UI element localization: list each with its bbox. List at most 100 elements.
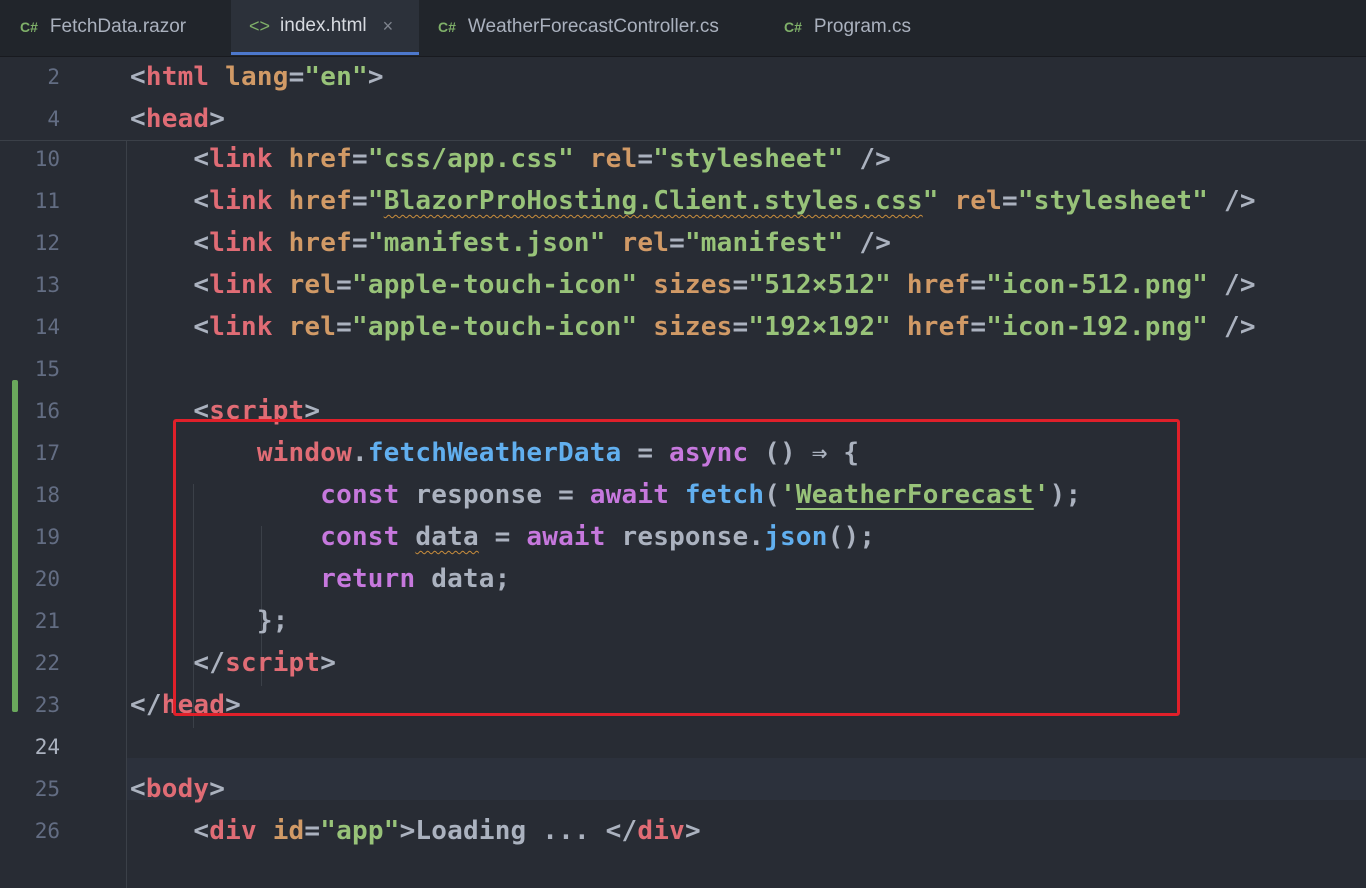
code-token: = (304, 816, 321, 846)
csharp-file-icon: C# (438, 19, 456, 35)
code-token: BlazorProHosting.Client.styles.css (383, 186, 923, 216)
line-number: 18 (34, 483, 60, 507)
code-token: link (209, 312, 273, 342)
code-editor[interactable]: 2<html lang="en">4<head> 9 <link href="c… (0, 56, 1366, 888)
line-number: 19 (34, 525, 60, 549)
code-token: "css/app.css" (367, 144, 574, 174)
code-line[interactable]: <html lang="en"> (130, 56, 384, 98)
code-token: = (1002, 186, 1018, 216)
code-token: lang (225, 62, 289, 92)
code-token: sizes (653, 270, 733, 300)
tab-label: FetchData.razor (49, 16, 187, 37)
code-token: = (288, 62, 305, 92)
line-number: 12 (34, 231, 60, 255)
code-token: = (970, 270, 987, 300)
code-token: < (130, 774, 146, 804)
html-file-icon: <> (249, 15, 271, 36)
close-icon[interactable]: × (383, 16, 394, 37)
code-line[interactable]: <head> (130, 98, 225, 140)
line-number: 11 (34, 189, 60, 213)
tab-fetchdata-razor[interactable]: C# FetchData.razor (20, 0, 186, 54)
code-token: = (970, 312, 987, 342)
code-token: = (336, 312, 352, 342)
code-token: = (351, 186, 368, 216)
code-token: "apple-touch-icon" (351, 312, 638, 342)
code-token: > (209, 774, 226, 804)
code-token: div (209, 816, 257, 846)
code-token: /> (1223, 186, 1256, 216)
csharp-file-icon: C# (784, 19, 802, 35)
line-number: 2 (47, 65, 60, 89)
code-token: "app" (320, 816, 400, 846)
code-token: sizes (653, 312, 733, 342)
code-token: href (906, 312, 971, 342)
code-token: link (209, 270, 273, 300)
code-token: "icon-192.png" (986, 312, 1209, 342)
code-token: = (336, 270, 352, 300)
code-token: < (130, 104, 146, 134)
csharp-razor-icon: C# (20, 19, 38, 35)
tab-weatherforecastcontroller-cs[interactable]: C# WeatherForecastController.cs (438, 0, 719, 54)
code-line[interactable]: <link href="css/app.css" rel="stylesheet… (130, 141, 891, 180)
code-token: < (193, 144, 210, 174)
code-token: rel (288, 270, 337, 300)
code-line[interactable]: <link rel="apple-touch-icon" sizes="512×… (130, 264, 1256, 306)
code-token: < (193, 816, 210, 846)
code-token: link (209, 144, 273, 174)
line-number: 23 (34, 693, 60, 717)
code-token: " (367, 186, 384, 216)
code-token: "apple-touch-icon" (351, 270, 638, 300)
line-number: 4 (47, 107, 60, 131)
line-number: 15 (34, 357, 60, 381)
code-token: rel (288, 312, 337, 342)
code-line[interactable]: <body> (130, 768, 225, 810)
code-line[interactable]: <link href="BlazorProHosting.Client.styl… (130, 180, 1256, 222)
tab-label: WeatherForecastController.cs (467, 16, 719, 37)
code-token: href (906, 270, 971, 300)
line-number: 17 (34, 441, 60, 465)
line-number: 16 (34, 399, 60, 423)
tab-index-html[interactable]: <> index.html × (231, 0, 419, 55)
editor-tab-bar: C# FetchData.razor <> index.html × C# We… (0, 0, 1366, 57)
code-token: "stylesheet" (653, 144, 844, 174)
tab-program-cs[interactable]: C# Program.cs (784, 0, 911, 54)
code-token: < (193, 270, 210, 300)
code-token: > (209, 104, 226, 134)
code-token: head (145, 104, 210, 134)
code-token: "manifest.json" (367, 228, 606, 258)
code-token: = (732, 270, 749, 300)
code-token: = (637, 144, 654, 174)
code-token: href (288, 228, 352, 258)
line-number: 21 (34, 609, 60, 633)
code-token: = (351, 144, 368, 174)
code-token: "en" (304, 62, 368, 92)
code-token: div (637, 816, 685, 846)
code-token: rel (621, 228, 670, 258)
code-token: link (209, 228, 273, 258)
code-token: > (399, 816, 416, 846)
code-token: href (288, 144, 352, 174)
line-number: 14 (34, 315, 60, 339)
code-token: html (145, 62, 210, 92)
code-token: /> (859, 144, 892, 174)
code-line[interactable]: <link href="manifest.json" rel="manifest… (130, 222, 891, 264)
code-token: rel (589, 144, 638, 174)
code-token: /> (1224, 270, 1256, 300)
code-line[interactable]: <link rel="apple-touch-icon" sizes="192×… (130, 306, 1256, 348)
code-token: link (209, 186, 273, 216)
code-token: > (684, 816, 701, 846)
line-number: 20 (34, 567, 60, 591)
code-line[interactable]: <div id="app">Loading ... </div> (130, 810, 701, 852)
